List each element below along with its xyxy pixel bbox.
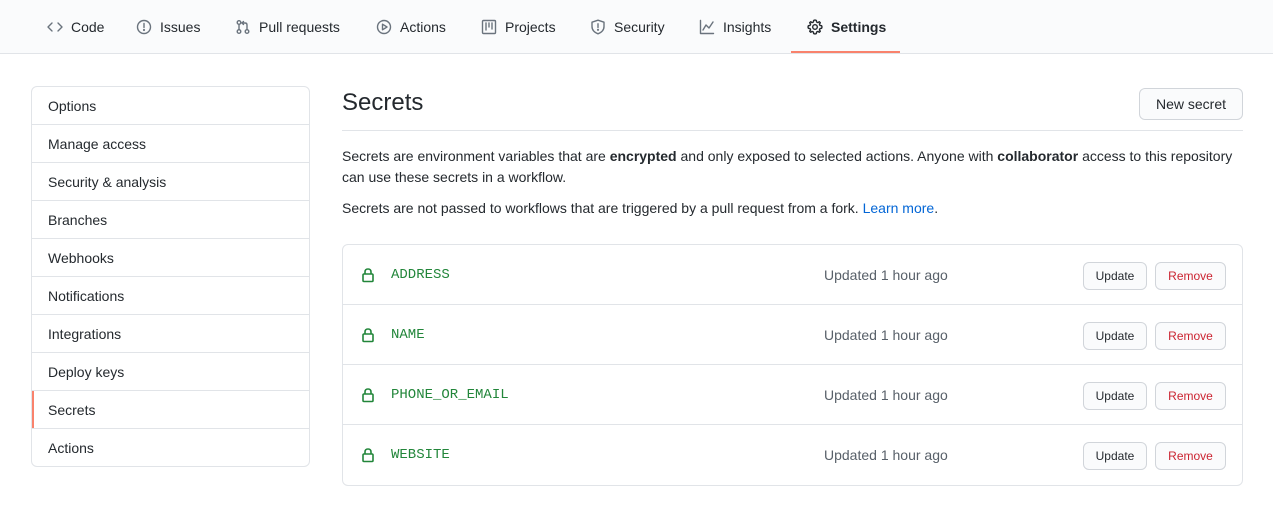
sidebar-item-options[interactable]: Options (32, 87, 309, 125)
code-icon (47, 22, 63, 32)
secret-updated-time: Updated 1 hour ago (824, 267, 948, 283)
remove-button[interactable]: Remove (1155, 382, 1226, 410)
update-button[interactable]: Update (1083, 382, 1147, 410)
tab-code[interactable]: Code (47, 0, 104, 54)
issue-icon (136, 19, 152, 35)
list-item: NAME Updated 1 hour ago Update Remove (343, 305, 1242, 365)
tab-label: Settings (831, 19, 887, 35)
list-item: WEBSITE Updated 1 hour ago Update Remove (343, 425, 1242, 485)
tab-pull-requests[interactable]: Pull requests (235, 0, 340, 54)
tab-projects[interactable]: Projects (481, 0, 556, 54)
sidebar-item-manage-access[interactable]: Manage access (32, 125, 309, 163)
sidebar-item-security-analysis[interactable]: Security & analysis (32, 163, 309, 201)
lock-icon (360, 387, 376, 403)
tab-label: Security (614, 19, 665, 35)
secret-updated-time: Updated 1 hour ago (824, 387, 948, 403)
remove-button[interactable]: Remove (1155, 442, 1226, 470)
remove-button[interactable]: Remove (1155, 322, 1226, 350)
gear-icon (807, 19, 823, 35)
tab-label: Pull requests (259, 19, 340, 35)
update-button[interactable]: Update (1083, 322, 1147, 350)
divider (342, 130, 1243, 131)
sidebar-item-branches[interactable]: Branches (32, 201, 309, 239)
fork-note-end: . (934, 200, 939, 216)
sidebar-item-secrets[interactable]: Secrets (32, 391, 309, 429)
sidebar-item-notifications[interactable]: Notifications (32, 277, 309, 315)
sidebar-item-label: Options (48, 97, 97, 114)
tab-insights[interactable]: Insights (699, 0, 771, 54)
tab-label: Projects (505, 19, 556, 35)
description-bold-encrypted: encrypted (609, 148, 677, 164)
repo-nav: Code Issues Pull requests Actions Projec… (0, 0, 1273, 54)
tab-security[interactable]: Security (590, 0, 665, 54)
sidebar-item-actions[interactable]: Actions (32, 429, 309, 466)
description-text: and only exposed to selected actions. An… (676, 148, 998, 164)
graph-icon (699, 19, 715, 35)
secrets-description: Secrets are environment variables that a… (342, 146, 1243, 188)
fork-note: Secrets are not passed to workflows that… (342, 198, 1243, 219)
tab-issues[interactable]: Issues (136, 0, 200, 54)
shield-icon (591, 19, 605, 35)
lock-icon (360, 447, 376, 463)
sidebar-item-webhooks[interactable]: Webhooks (32, 239, 309, 277)
secret-name: WEBSITE (391, 447, 450, 463)
secrets-list: ADDRESS Updated 1 hour ago Update Remove… (342, 244, 1243, 486)
page-title: Secrets (342, 89, 424, 116)
update-button[interactable]: Update (1083, 262, 1147, 290)
project-icon (481, 19, 497, 35)
lock-icon (360, 267, 376, 283)
tab-label: Insights (723, 19, 772, 35)
play-icon (376, 19, 392, 35)
settings-sidebar: Options Manage access Security & analysi… (31, 86, 310, 467)
tab-actions[interactable]: Actions (376, 0, 446, 54)
sidebar-item-label: Actions (48, 440, 94, 456)
new-secret-button[interactable]: New secret (1139, 88, 1243, 120)
selected-tab-indicator (791, 51, 900, 53)
sidebar-item-integrations[interactable]: Integrations (32, 315, 309, 353)
secret-name: NAME (391, 327, 425, 343)
fork-note-text: Secrets are not passed to workflows that… (342, 200, 863, 216)
sidebar-item-deploy-keys[interactable]: Deploy keys (32, 353, 309, 391)
sidebar-item-label: Webhooks (48, 249, 114, 266)
tab-label: Issues (160, 19, 201, 35)
pull-request-icon (236, 20, 250, 34)
description-text: Secrets are environment variables that a… (342, 148, 610, 164)
secret-updated-time: Updated 1 hour ago (824, 327, 948, 343)
list-item: PHONE_OR_EMAIL Updated 1 hour ago Update… (343, 365, 1242, 425)
learn-more-link[interactable]: Learn more (863, 200, 935, 216)
update-button[interactable]: Update (1083, 442, 1147, 470)
lock-icon (360, 327, 376, 343)
sidebar-item-label: Branches (48, 211, 108, 228)
tab-settings[interactable]: Settings (807, 0, 886, 54)
tab-label: Actions (400, 19, 446, 35)
secret-name: ADDRESS (391, 267, 450, 283)
sidebar-item-label: Notifications (48, 287, 125, 304)
description-bold-collaborator: collaborator (997, 148, 1079, 164)
sidebar-item-label: Security & analysis (48, 173, 167, 190)
sidebar-item-label: Secrets (48, 401, 96, 418)
list-item: ADDRESS Updated 1 hour ago Update Remove (343, 245, 1242, 305)
secret-updated-time: Updated 1 hour ago (824, 447, 948, 463)
tab-label: Code (71, 19, 105, 35)
remove-button[interactable]: Remove (1155, 262, 1226, 290)
sidebar-item-label: Deploy keys (48, 363, 125, 380)
sidebar-item-label: Integrations (48, 325, 122, 342)
secret-name: PHONE_OR_EMAIL (391, 387, 509, 403)
sidebar-item-label: Manage access (48, 135, 147, 152)
